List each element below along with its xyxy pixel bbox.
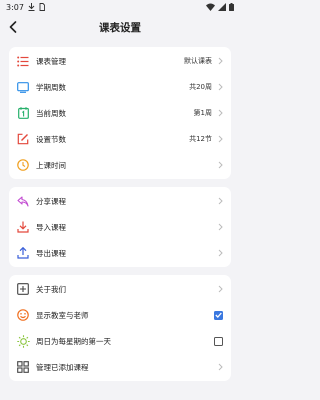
import-icon bbox=[16, 220, 30, 234]
status-time: 3:07 bbox=[6, 2, 24, 12]
chevron-right-icon bbox=[217, 249, 223, 257]
row-label: 周日为每星期的第一天 bbox=[36, 336, 111, 346]
row-schedule-manage[interactable]: 课表管理 默认课表 bbox=[9, 48, 231, 74]
back-arrow-icon bbox=[9, 21, 17, 33]
chevron-right-icon bbox=[217, 363, 223, 371]
sun-icon bbox=[16, 334, 30, 348]
share-icon bbox=[16, 194, 30, 208]
smile-icon bbox=[16, 308, 30, 322]
row-import-courses[interactable]: 导入课程 bbox=[9, 214, 231, 240]
row-about-us[interactable]: 关于我们 bbox=[9, 276, 231, 302]
row-label: 导入课程 bbox=[36, 222, 66, 232]
row-current-week[interactable]: 当前周数 第1周 bbox=[9, 100, 231, 126]
download-icon bbox=[28, 3, 35, 11]
chevron-right-icon bbox=[217, 135, 223, 143]
clock-icon bbox=[16, 158, 30, 172]
battery-icon bbox=[229, 3, 234, 11]
sunday-first-checkbox[interactable] bbox=[214, 336, 223, 346]
chevron-right-icon bbox=[217, 109, 223, 117]
row-label: 设置节数 bbox=[36, 134, 66, 144]
row-value: 第1周 bbox=[193, 109, 212, 117]
home-indicator bbox=[0, 396, 240, 400]
row-label: 课表管理 bbox=[36, 56, 66, 66]
chevron-right-icon bbox=[217, 223, 223, 231]
row-label: 学期周数 bbox=[36, 82, 66, 92]
edit-square-icon bbox=[16, 132, 30, 146]
list-icon bbox=[16, 54, 30, 68]
row-label: 当前周数 bbox=[36, 108, 66, 118]
chevron-right-icon bbox=[217, 285, 223, 293]
settings-group-courses: 分享课程 导入课程 导出课程 bbox=[9, 187, 231, 267]
show-classroom-checkbox[interactable] bbox=[214, 310, 223, 320]
row-class-time[interactable]: 上课时间 bbox=[9, 152, 231, 178]
grid-icon bbox=[16, 360, 30, 374]
row-share-courses[interactable]: 分享课程 bbox=[9, 188, 231, 214]
row-label: 导出课程 bbox=[36, 248, 66, 258]
check-icon bbox=[215, 312, 222, 318]
row-label: 关于我们 bbox=[36, 284, 66, 294]
wifi-icon bbox=[206, 3, 215, 11]
row-label: 显示教室与老师 bbox=[36, 310, 89, 320]
row-label: 上课时间 bbox=[36, 160, 66, 170]
row-label: 管理已添加课程 bbox=[36, 362, 89, 372]
status-bar: 3:07 bbox=[0, 0, 240, 14]
row-manage-added-courses[interactable]: 管理已添加课程 bbox=[9, 354, 231, 380]
settings-group-schedule: 课表管理 默认课表 学期周数 共20周 当前周数 第1周 设置节数 共12节 上… bbox=[9, 47, 231, 179]
row-semester-weeks[interactable]: 学期周数 共20周 bbox=[9, 74, 231, 100]
signal-icon bbox=[218, 3, 226, 11]
row-label: 分享课程 bbox=[36, 196, 66, 206]
chevron-right-icon bbox=[217, 57, 223, 65]
chevron-right-icon bbox=[217, 83, 223, 91]
sim-icon bbox=[39, 3, 45, 11]
calendar-number-icon bbox=[16, 106, 30, 120]
row-export-courses[interactable]: 导出课程 bbox=[9, 240, 231, 266]
row-set-periods[interactable]: 设置节数 共12节 bbox=[9, 126, 231, 152]
chevron-right-icon bbox=[217, 197, 223, 205]
monitor-icon bbox=[16, 80, 30, 94]
row-value: 共20周 bbox=[189, 83, 212, 91]
chevron-right-icon bbox=[217, 161, 223, 169]
row-show-classroom-teacher[interactable]: 显示教室与老师 bbox=[9, 302, 231, 328]
row-value: 默认课表 bbox=[184, 57, 212, 65]
export-icon bbox=[16, 246, 30, 260]
header: 课表设置 bbox=[0, 14, 240, 40]
settings-group-misc: 关于我们 显示教室与老师 周日为每星期的第一天 管理已添加课程 bbox=[9, 275, 231, 381]
row-value: 共12节 bbox=[189, 135, 212, 143]
row-sunday-first-day[interactable]: 周日为每星期的第一天 bbox=[9, 328, 231, 354]
page-title: 课表设置 bbox=[99, 21, 141, 34]
back-button[interactable] bbox=[4, 18, 22, 36]
plus-square-icon bbox=[16, 282, 30, 296]
